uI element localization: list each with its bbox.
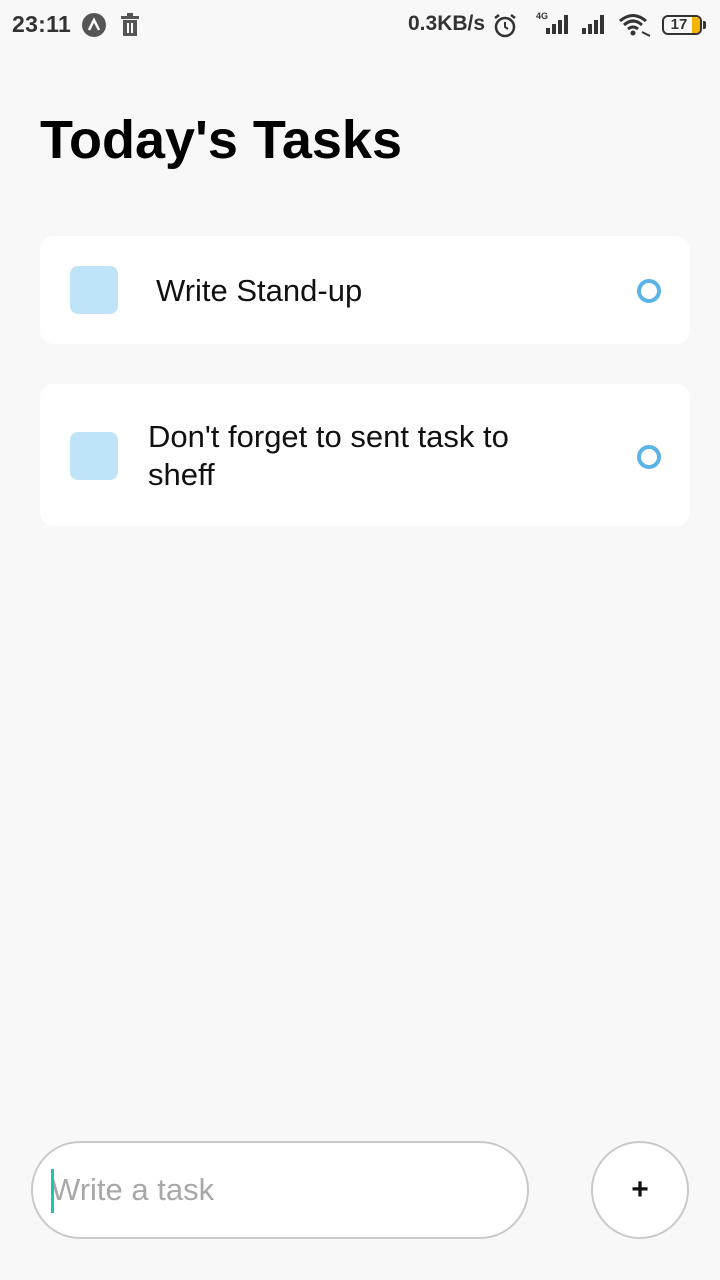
wifi-icon [618,12,652,38]
status-bar: 23:11 0.3KB/s 4G 17 [0,0,720,52]
app-icon [82,13,106,37]
add-task-button[interactable]: + [591,1141,689,1239]
battery-tip [703,21,706,29]
task-square-icon [70,266,118,314]
alarm-icon [492,13,518,39]
trash-icon [119,13,141,37]
task-card[interactable]: Don't forget to sent task to sheff [40,384,690,526]
task-input[interactable] [51,1165,491,1215]
text-caret [51,1169,54,1213]
task-card[interactable]: Write Stand-up [40,236,690,344]
task-input-container[interactable] [31,1141,529,1239]
signal-4g-icon: 4G [532,10,574,36]
task-square-icon [70,432,118,480]
battery-icon: 17 [662,15,702,35]
signal-icon [580,12,610,34]
network-speed: 0.3KB/s [408,12,486,35]
app-screen: 23:11 0.3KB/s 4G 17 Today's Tasks Write … [0,0,720,1280]
task-text: Write Stand-up [156,273,363,308]
task-status-circle-icon[interactable] [637,279,661,303]
network-type-label: 4G [536,11,548,21]
page-title: Today's Tasks [40,110,402,170]
task-text: Don't forget to sent task to sheff [148,419,509,492]
task-status-circle-icon[interactable] [637,445,661,469]
status-time: 23:11 [12,11,72,37]
battery-level: 17 [670,16,688,33]
